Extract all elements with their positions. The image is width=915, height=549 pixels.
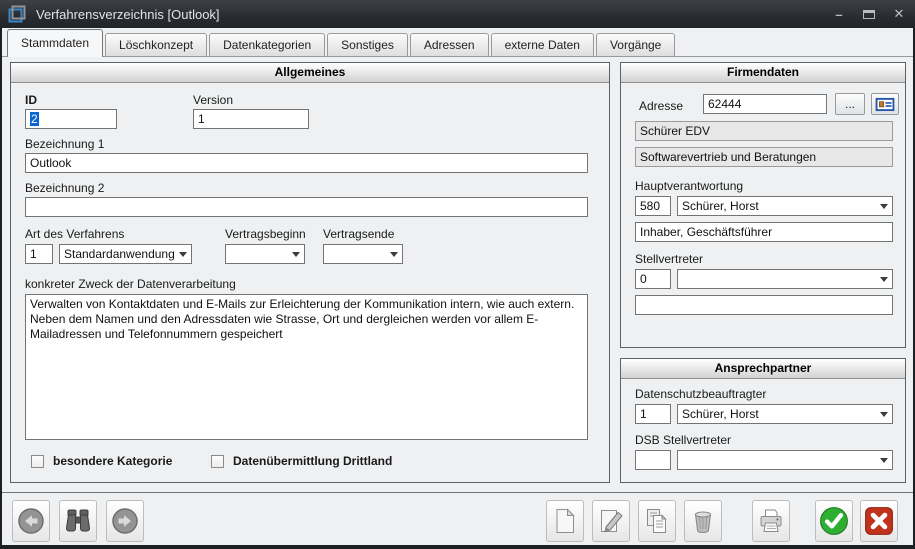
printer-icon (757, 507, 785, 535)
contact-card-icon (875, 97, 895, 112)
id-label: ID (25, 93, 37, 107)
chevron-down-icon (292, 252, 300, 257)
tab-sonstiges[interactable]: Sonstiges (327, 33, 408, 56)
copy-pages-icon (643, 507, 671, 535)
app-icon (8, 5, 26, 23)
new-record-button[interactable] (546, 500, 584, 542)
dsb-stellvertreter-label: DSB Stellvertreter (635, 433, 731, 447)
new-document-icon (551, 507, 579, 535)
panel-allgemeines: Allgemeines ID 2 Version Bezeichnung 1 B… (10, 62, 610, 483)
adresse-browse-button[interactable]: ... (835, 93, 865, 115)
panel-firmendaten: Firmendaten Adresse ... Schürer EDV Soft… (620, 62, 906, 348)
panel-ansprechpartner: Ansprechpartner Datenschutzbeauftragter … (620, 358, 906, 483)
hauptverantwortung-combobox[interactable]: Schürer, Horst (677, 196, 893, 216)
chevron-down-icon (179, 252, 187, 257)
title-bar: Verfahrensverzeichnis [Outlook] – ✕ (0, 0, 915, 28)
stellvertreter-funktion-field[interactable] (635, 295, 893, 315)
art-combobox-value: Standardanwendung (64, 246, 175, 262)
app-body: Stammdaten Löschkonzept Datenkategorien … (2, 28, 913, 545)
dsb-code-field[interactable] (635, 404, 671, 424)
ok-check-icon (819, 506, 849, 536)
panel-ansprechpartner-title: Ansprechpartner (621, 359, 905, 379)
circle-right-arrow-icon (111, 507, 139, 535)
tab-vorgaenge[interactable]: Vorgänge (596, 33, 675, 56)
tab-stammdaten[interactable]: Stammdaten (7, 29, 103, 57)
edit-record-button[interactable] (592, 500, 630, 542)
previous-record-button[interactable] (12, 500, 50, 542)
tab-externe-daten[interactable]: externe Daten (491, 33, 594, 56)
chevron-down-icon (880, 458, 888, 463)
dsb-stellvertreter-code-field[interactable] (635, 450, 671, 470)
cancel-x-icon (864, 506, 894, 536)
chevron-down-icon (880, 277, 888, 282)
window-controls: – ✕ (831, 0, 907, 28)
version-field[interactable] (193, 109, 309, 129)
hauptverantwortung-label: Hauptverantwortung (635, 179, 743, 193)
vertragsbeginn-label: Vertragsbeginn (225, 227, 306, 241)
close-icon[interactable]: ✕ (891, 6, 907, 22)
dsb-combobox[interactable]: Schürer, Horst (677, 404, 893, 424)
next-record-button[interactable] (106, 500, 144, 542)
ok-button[interactable] (815, 500, 853, 542)
vertragsende-label: Vertragsende (323, 227, 394, 241)
cancel-button[interactable] (860, 500, 898, 542)
chevron-down-icon (880, 204, 888, 209)
vertragsbeginn-combobox[interactable] (225, 244, 305, 264)
firma-name-field: Schürer EDV (635, 121, 893, 141)
chevron-down-icon (880, 412, 888, 417)
delete-record-button[interactable] (684, 500, 722, 542)
adresse-field[interactable] (703, 94, 827, 114)
tab-adressen[interactable]: Adressen (410, 33, 489, 56)
edit-pencil-icon (597, 507, 625, 535)
panel-allgemeines-title: Allgemeines (11, 63, 609, 83)
search-button[interactable] (59, 500, 97, 542)
maximize-icon[interactable] (863, 10, 875, 19)
funktion-field[interactable] (635, 222, 893, 242)
firma-beschreibung-field: Softwarevertrieb und Beratungen (635, 147, 893, 167)
chevron-down-icon (390, 252, 398, 257)
minimize-icon[interactable]: – (831, 7, 847, 22)
bezeichnung1-label: Bezeichnung 1 (25, 137, 104, 151)
tab-strip: Stammdaten Löschkonzept Datenkategorien … (2, 28, 913, 57)
app-window: Verfahrensverzeichnis [Outlook] – ✕ Stam… (0, 0, 915, 549)
zweck-textarea[interactable]: Verwalten von Kontaktdaten und E-Mails z… (25, 294, 588, 440)
besondere-kategorie-label: besondere Kategorie (53, 454, 172, 468)
dsb-stellvertreter-combobox[interactable] (677, 450, 893, 470)
circle-left-arrow-icon (17, 507, 45, 535)
stellvertreter-label: Stellvertreter (635, 252, 703, 266)
binoculars-icon (64, 507, 92, 535)
zweck-label: konkreter Zweck der Datenverarbeitung (25, 277, 236, 291)
datenschutzbeauftragter-label: Datenschutzbeauftragter (635, 387, 766, 401)
stellvertreter-code-field[interactable] (635, 269, 671, 289)
drittland-checkbox[interactable] (211, 455, 224, 468)
copy-record-button[interactable] (638, 500, 676, 542)
id-field[interactable]: 2 (25, 109, 117, 129)
drittland-label: Datenübermittlung Drittland (233, 454, 392, 468)
bezeichnung2-field[interactable] (25, 197, 588, 217)
bottom-toolbar (2, 492, 913, 545)
adresse-card-button[interactable] (871, 93, 899, 115)
adresse-label: Adresse (639, 99, 683, 113)
hauptverantwortung-code-field[interactable] (635, 196, 671, 216)
dsb-value: Schürer, Horst (682, 406, 759, 422)
tab-loeschkonzept[interactable]: Löschkonzept (105, 33, 207, 56)
window-title: Verfahrensverzeichnis [Outlook] (36, 7, 220, 22)
art-code-field[interactable] (25, 244, 53, 264)
bezeichnung2-label: Bezeichnung 2 (25, 181, 104, 195)
panel-firmendaten-title: Firmendaten (621, 63, 905, 83)
art-combobox[interactable]: Standardanwendung (59, 244, 192, 264)
tab-datenkategorien[interactable]: Datenkategorien (209, 33, 325, 56)
version-label: Version (193, 93, 233, 107)
vertragsende-combobox[interactable] (323, 244, 403, 264)
print-button[interactable] (752, 500, 790, 542)
art-des-verfahrens-label: Art des Verfahrens (25, 227, 124, 241)
bezeichnung1-field[interactable] (25, 153, 588, 173)
hauptverantwortung-value: Schürer, Horst (682, 198, 759, 214)
besondere-kategorie-checkbox[interactable] (31, 455, 44, 468)
id-selected-text: 2 (30, 112, 39, 126)
stellvertreter-combobox[interactable] (677, 269, 893, 289)
trash-icon (689, 507, 717, 535)
